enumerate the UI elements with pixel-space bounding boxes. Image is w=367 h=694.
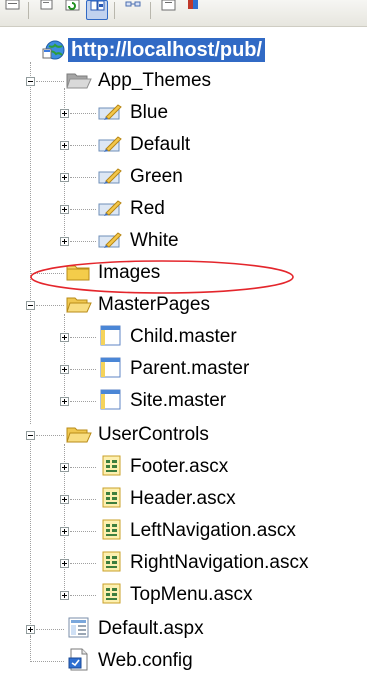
tree-item-label: UserControls: [98, 424, 209, 445]
collapse-icon[interactable]: [26, 431, 35, 440]
user-control-icon: [102, 455, 121, 476]
theme-folder-icon: [98, 232, 122, 248]
tree-root[interactable]: http://localhost/pub/: [0, 34, 367, 66]
solution-explorer-toolbar: [0, 0, 367, 27]
tree-item-label: LeftNavigation.ascx: [130, 520, 296, 541]
expand-icon[interactable]: [60, 205, 69, 214]
master-page-icon: [100, 389, 121, 410]
tree-item-site-master[interactable]: Site.master: [0, 384, 367, 416]
theme-folder-icon: [98, 168, 122, 184]
tree-item-child-master[interactable]: Child.master: [0, 320, 367, 352]
show-all-files-button[interactable]: [36, 0, 58, 20]
expand-icon[interactable]: [60, 495, 69, 504]
refresh-icon: [65, 0, 80, 11]
tree-item-rightnavigation-ascx[interactable]: RightNavigation.ascx: [0, 546, 367, 578]
nest-related-files-icon: [90, 1, 105, 11]
tree-item-label: MasterPages: [98, 294, 210, 315]
user-control-icon: [102, 487, 121, 508]
tree-item-label: Child.master: [130, 326, 237, 347]
expand-icon[interactable]: [60, 333, 69, 342]
tree-item-blue[interactable]: Blue: [0, 96, 367, 128]
view-code-button[interactable]: [158, 0, 180, 20]
expand-icon[interactable]: [60, 463, 69, 472]
tree-item-label: Default.aspx: [98, 618, 204, 639]
expand-icon[interactable]: [26, 625, 35, 634]
tree-item-label: White: [130, 230, 179, 251]
properties-button[interactable]: [2, 0, 24, 20]
theme-folder-icon: [98, 200, 122, 216]
expand-icon[interactable]: [60, 559, 69, 568]
config-file-icon: [68, 648, 88, 671]
tree-item-white[interactable]: White: [0, 224, 367, 256]
tree-item-masterpages[interactable]: MasterPages: [0, 288, 367, 320]
tree-item-web-config[interactable]: Web.config: [0, 644, 367, 676]
folder-open-icon: [66, 73, 92, 89]
expand-icon[interactable]: [60, 237, 69, 246]
user-control-icon: [102, 519, 121, 540]
master-page-icon: [100, 325, 121, 346]
tree-item-topmenu-ascx[interactable]: TopMenu.ascx: [0, 578, 367, 610]
tree-item-label: Site.master: [130, 390, 227, 411]
expand-icon[interactable]: [60, 141, 69, 150]
collapse-icon[interactable]: [26, 301, 35, 310]
user-control-icon: [102, 551, 121, 572]
tree-item-red[interactable]: Red: [0, 192, 367, 224]
tree-item-label: Default: [130, 134, 191, 155]
tree-item-parent-master[interactable]: Parent.master: [0, 352, 367, 384]
tree-item-label: Red: [130, 198, 165, 219]
tree-item-app-themes[interactable]: App_Themes: [0, 64, 367, 96]
tree-item-footer-ascx[interactable]: Footer.ascx: [0, 450, 367, 482]
tree-item-label: Footer.ascx: [130, 456, 229, 477]
view-code-icon: [161, 0, 176, 11]
view-designer-icon: [188, 0, 198, 9]
properties-icon: [5, 0, 20, 10]
expand-icon[interactable]: [60, 591, 69, 600]
tree-item-header-ascx[interactable]: Header.ascx: [0, 482, 367, 514]
expand-icon[interactable]: [60, 397, 69, 406]
collapse-icon[interactable]: [26, 77, 35, 86]
view-class-diagram-button[interactable]: [122, 0, 144, 20]
expand-icon[interactable]: [60, 365, 69, 374]
tree-root-label: http://localhost/pub/: [68, 38, 266, 62]
tree-item-label: TopMenu.ascx: [130, 584, 253, 605]
tree-item-label: Parent.master: [130, 358, 250, 379]
tree-item-label: Blue: [130, 102, 169, 123]
expand-icon[interactable]: [60, 527, 69, 536]
web-form-icon: [68, 617, 89, 638]
theme-folder-icon: [98, 136, 122, 152]
tree-item-leftnavigation-ascx[interactable]: LeftNavigation.ascx: [0, 514, 367, 546]
solution-explorer-tree: http://localhost/pub/ App_Themes Blue De…: [0, 26, 367, 694]
view-designer-button[interactable]: [184, 0, 206, 20]
tree-item-label: RightNavigation.ascx: [130, 552, 309, 573]
view-class-diagram-icon: [125, 1, 141, 7]
tree-item-default-aspx[interactable]: Default.aspx: [0, 612, 367, 644]
tree-item-label: Header.ascx: [130, 488, 236, 509]
expand-icon[interactable]: [60, 109, 69, 118]
expand-icon[interactable]: [60, 173, 69, 182]
show-all-files-icon: [40, 0, 53, 10]
refresh-button[interactable]: [62, 0, 84, 20]
tree-item-usercontrols[interactable]: UserControls: [0, 418, 367, 450]
folder-open-icon: [66, 427, 92, 443]
tree-item-label: Web.config: [98, 650, 193, 671]
nest-related-files-button[interactable]: [86, 0, 108, 20]
tree-item-green[interactable]: Green: [0, 160, 367, 192]
tree-item-label: App_Themes: [98, 70, 212, 91]
theme-folder-icon: [98, 104, 122, 120]
tree-item-label: Green: [130, 166, 183, 187]
master-page-icon: [100, 357, 121, 378]
tree-item-default-theme[interactable]: Default: [0, 128, 367, 160]
folder-open-icon: [66, 297, 92, 313]
website-globe-icon: [42, 40, 65, 60]
user-control-icon: [102, 583, 121, 604]
